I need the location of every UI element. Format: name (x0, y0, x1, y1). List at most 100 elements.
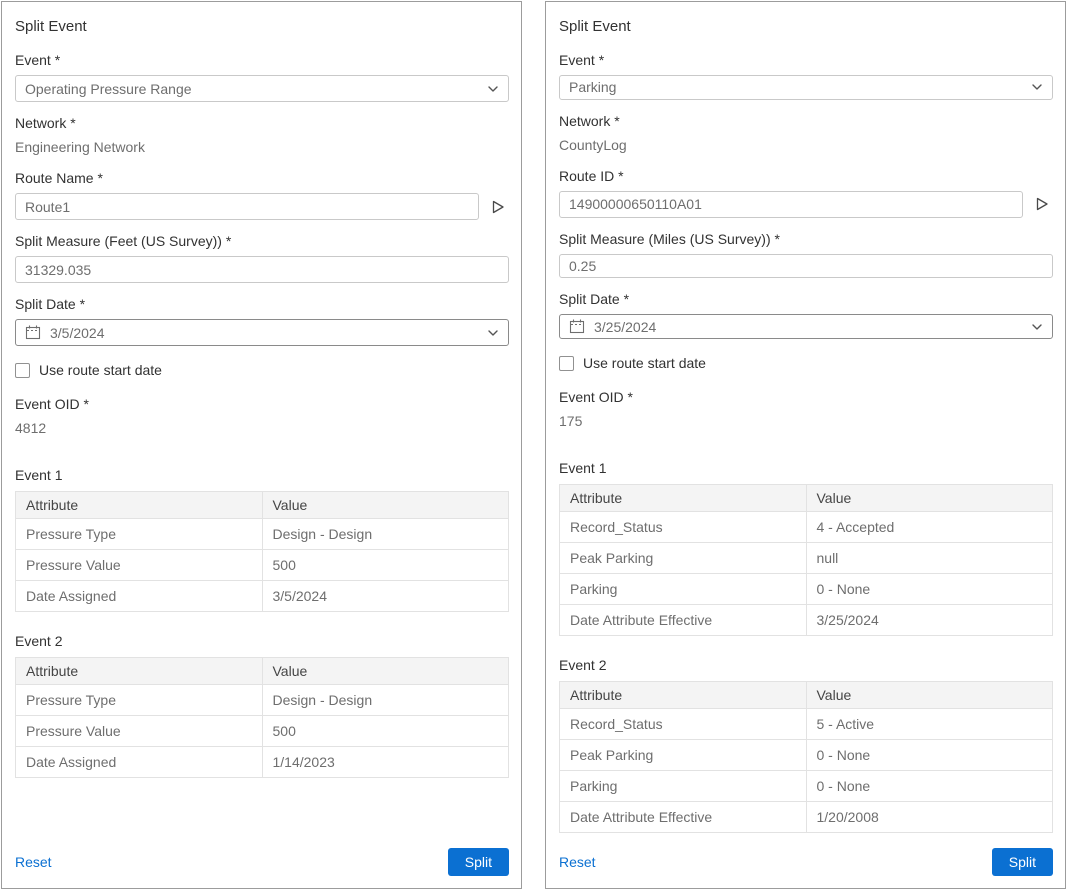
value-column-header: Value (806, 682, 1053, 709)
value-cell: Design - Design (262, 519, 509, 550)
table-row: Pressure Value 500 (16, 716, 509, 747)
route-row (15, 193, 509, 220)
attribute-cell: Date Attribute Effective (560, 802, 807, 833)
route-input[interactable] (15, 193, 479, 220)
measure-label: Split Measure (Miles (US Survey)) * (559, 231, 1053, 247)
value-cell: null (806, 543, 1053, 574)
network-value: CountyLog (559, 136, 1053, 154)
reset-button[interactable]: Reset (15, 854, 52, 870)
table-row: Peak Parking null (560, 543, 1053, 574)
event-oid-value: 175 (559, 412, 1053, 430)
use-route-start-date-label: Use route start date (39, 362, 162, 378)
value-cell: 3/25/2024 (806, 605, 1053, 636)
split-date-label: Split Date * (559, 291, 1053, 307)
route-pointer-icon (1034, 196, 1050, 212)
event-oid-value: 4812 (15, 419, 509, 437)
split-date-label: Split Date * (15, 296, 509, 312)
table-header-row: Attribute Value (16, 492, 509, 519)
value-cell: 5 - Active (806, 709, 1053, 740)
network-label: Network * (15, 115, 509, 131)
calendar-icon (569, 319, 585, 334)
event-label: Event * (559, 52, 1053, 68)
value-cell: 4 - Accepted (806, 512, 1053, 543)
event-label: Event * (15, 52, 509, 68)
panel-footer: Reset Split (559, 848, 1053, 876)
use-route-start-date-checkbox[interactable] (15, 363, 30, 378)
attribute-column-header: Attribute (560, 682, 807, 709)
event-1-section-label: Event 1 (15, 467, 509, 483)
use-route-start-date-checkbox[interactable] (559, 356, 574, 371)
event-oid-block: Event OID * 175 (559, 389, 1053, 446)
table-header-row: Attribute Value (16, 658, 509, 685)
split-date-value: 3/25/2024 (594, 319, 1022, 335)
value-column-header: Value (806, 485, 1053, 512)
value-cell: 1/20/2008 (806, 802, 1053, 833)
attribute-cell: Record_Status (560, 709, 807, 740)
attribute-cell: Peak Parking (560, 543, 807, 574)
select-route-button[interactable] (1031, 193, 1053, 215)
value-cell: 0 - None (806, 740, 1053, 771)
attribute-cell: Pressure Type (16, 685, 263, 716)
calendar-icon (25, 325, 41, 340)
chevron-down-icon (487, 85, 499, 93)
event-oid-block: Event OID * 4812 (15, 396, 509, 453)
panel-title: Split Event (15, 18, 509, 35)
split-button[interactable]: Split (992, 848, 1053, 876)
attribute-cell: Pressure Type (16, 519, 263, 550)
split-date-picker[interactable]: 3/25/2024 (559, 314, 1053, 339)
event-select[interactable]: Parking (559, 75, 1053, 100)
chevron-down-icon (1031, 323, 1043, 331)
panel-footer: Reset Split (15, 848, 509, 876)
event-2-section-label: Event 2 (15, 633, 509, 649)
split-event-panels: Split Event Event * Operating Pressure R… (0, 0, 1067, 890)
value-cell: 0 - None (806, 574, 1053, 605)
use-route-start-date-label: Use route start date (583, 355, 706, 371)
table-row: Pressure Type Design - Design (16, 519, 509, 550)
event-select-value: Parking (569, 79, 616, 95)
attribute-column-header: Attribute (560, 485, 807, 512)
split-measure-input[interactable] (559, 254, 1053, 279)
attribute-cell: Peak Parking (560, 740, 807, 771)
value-cell: Design - Design (262, 685, 509, 716)
value-cell: 500 (262, 550, 509, 581)
table-header-row: Attribute Value (560, 682, 1053, 709)
split-event-panel-right: Split Event Event * Parking Network * Co… (545, 1, 1066, 889)
route-pointer-icon (490, 199, 506, 215)
route-input[interactable] (559, 191, 1023, 218)
select-route-button[interactable] (487, 196, 509, 218)
use-route-start-date-row[interactable]: Use route start date (15, 362, 509, 378)
value-cell: 500 (262, 716, 509, 747)
event-select[interactable]: Operating Pressure Range (15, 75, 509, 102)
table-row: Peak Parking 0 - None (560, 740, 1053, 771)
chevron-down-icon (1031, 83, 1043, 91)
event-2-table: Attribute Value Pressure Type Design - D… (15, 657, 509, 778)
attribute-cell: Date Assigned (16, 747, 263, 778)
value-cell: 3/5/2024 (262, 581, 509, 612)
event-oid-label: Event OID * (15, 396, 509, 412)
attribute-cell: Parking (560, 574, 807, 605)
attribute-cell: Date Assigned (16, 581, 263, 612)
event-2-table: Attribute Value Record_Status 5 - Active… (559, 681, 1053, 833)
event-oid-label: Event OID * (559, 389, 1053, 405)
table-row: Date Attribute Effective 1/20/2008 (560, 802, 1053, 833)
split-measure-input[interactable] (15, 256, 509, 283)
attribute-cell: Record_Status (560, 512, 807, 543)
event-1-section-label: Event 1 (559, 460, 1053, 476)
value-column-header: Value (262, 658, 509, 685)
split-date-picker[interactable]: 3/5/2024 (15, 319, 509, 346)
table-row: Date Assigned 3/5/2024 (16, 581, 509, 612)
event-select-value: Operating Pressure Range (25, 81, 192, 97)
attribute-cell: Date Attribute Effective (560, 605, 807, 636)
attribute-cell: Parking (560, 771, 807, 802)
table-row: Pressure Value 500 (16, 550, 509, 581)
use-route-start-date-row[interactable]: Use route start date (559, 355, 1053, 371)
measure-label: Split Measure (Feet (US Survey)) * (15, 233, 509, 249)
attribute-column-header: Attribute (16, 658, 263, 685)
value-cell: 1/14/2023 (262, 747, 509, 778)
event-1-table: Attribute Value Pressure Type Design - D… (15, 491, 509, 612)
attribute-cell: Pressure Value (16, 550, 263, 581)
split-button[interactable]: Split (448, 848, 509, 876)
event-1-table: Attribute Value Record_Status 4 - Accept… (559, 484, 1053, 636)
reset-button[interactable]: Reset (559, 854, 596, 870)
table-row: Date Assigned 1/14/2023 (16, 747, 509, 778)
